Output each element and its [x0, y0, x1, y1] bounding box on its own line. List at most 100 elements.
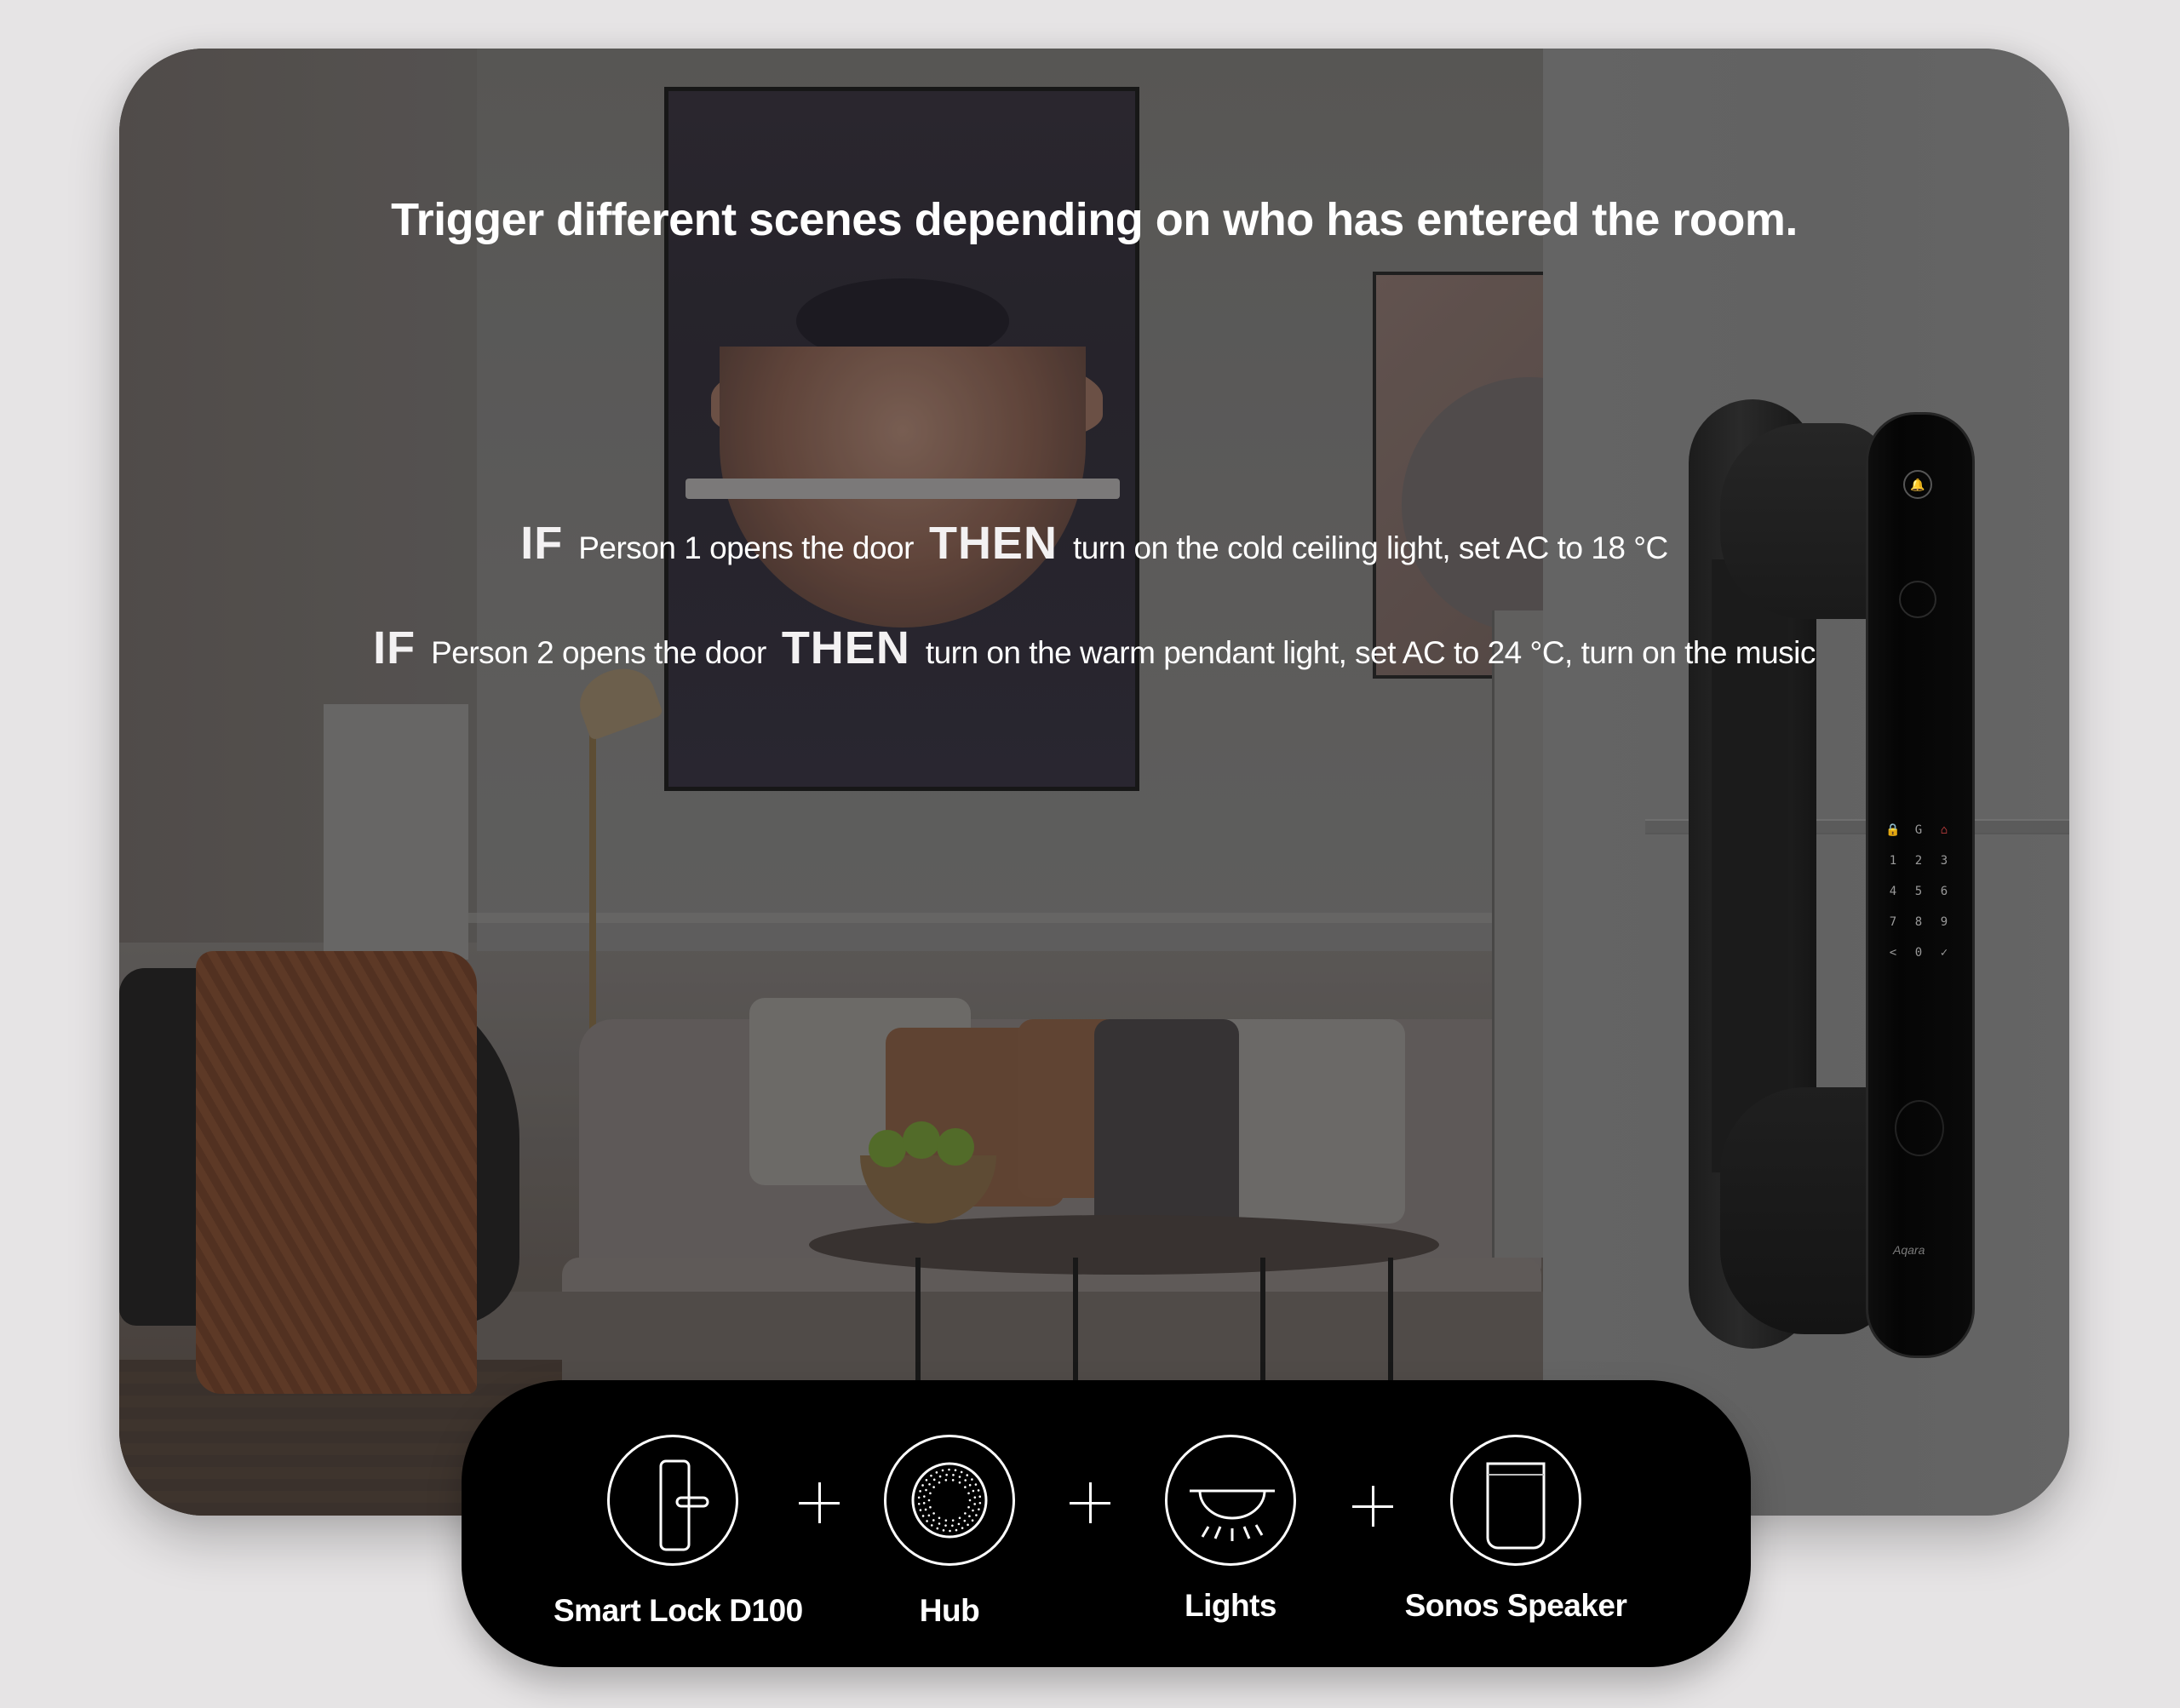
brand-logo: Aqara — [1893, 1243, 1925, 1257]
hub-speaker-dot — [971, 1478, 973, 1481]
hub-speaker-dot — [922, 1502, 926, 1505]
keypad-key: 5 — [1914, 885, 1923, 898]
keypad-key: G — [1914, 823, 1923, 837]
hub-speaker-dot — [948, 1468, 950, 1471]
back-key-icon: < — [1889, 946, 1897, 960]
hub-speaker-dot — [973, 1503, 976, 1505]
hub-speaker-dot — [924, 1508, 927, 1511]
hub-speaker-dot — [932, 1486, 935, 1488]
keypad-key: 3 — [1940, 854, 1948, 868]
keypad-key: 4 — [1889, 885, 1897, 898]
device-sonos-speaker: Sonos Speaker — [1397, 1435, 1635, 1624]
keypad-key: 8 — [1914, 915, 1923, 929]
scene-card: 🔔 🔒 G ⌂ 1 2 3 4 5 6 7 8 9 < 0 ✓ Aqara Tr… — [119, 49, 2069, 1516]
hub-speaker-dot — [975, 1514, 978, 1516]
hub-speaker-dot — [926, 1520, 928, 1522]
hub-speaker-dot — [944, 1479, 948, 1482]
hub-speaker-dot — [973, 1496, 977, 1499]
hub-speaker-dot — [938, 1475, 942, 1478]
rule-action: turn on the cold ceiling light, set AC t… — [1072, 530, 1668, 565]
camera-lens — [1899, 581, 1936, 618]
hub-speaker-dot — [951, 1479, 955, 1482]
keypad-key: 9 — [1940, 915, 1948, 929]
hub-speaker-dot — [964, 1512, 967, 1515]
rule-condition: Person 1 opens the door — [578, 530, 914, 565]
hub-speaker-dot — [925, 1488, 927, 1492]
living-room-photo — [119, 49, 1543, 1516]
keypad-key: 2 — [1914, 854, 1923, 868]
hub-speaker-dot — [964, 1486, 967, 1488]
device-label: Lights — [1185, 1588, 1276, 1623]
plus-icon — [1352, 1486, 1393, 1527]
device-lights: Lights — [1111, 1435, 1350, 1624]
hub-speaker-dot — [951, 1519, 955, 1522]
device-hub: Hub — [830, 1435, 1069, 1629]
rule-condition: Person 2 opens the door — [431, 635, 766, 670]
hub-speaker-dot — [930, 1524, 933, 1527]
speaker-icon — [1450, 1435, 1581, 1566]
hub-speaker-dot — [919, 1509, 922, 1511]
hub-speaker-dot — [951, 1524, 954, 1527]
hub-speaker-dot — [944, 1519, 948, 1522]
keypad-key: 1 — [1889, 854, 1897, 868]
hub-speaker-dot — [952, 1474, 955, 1476]
hub-speaker-dot — [958, 1476, 961, 1478]
hub-speaker-dot — [938, 1481, 941, 1484]
keypad-key: 6 — [1940, 885, 1948, 898]
automation-rule: IF Person 2 opens the door THEN turn on the… — [119, 622, 2069, 674]
if-keyword: IF — [373, 622, 416, 673]
hub-speaker-dot — [958, 1481, 961, 1484]
keypad-key: 0 — [1914, 946, 1923, 960]
hub-speaker-dot — [963, 1519, 967, 1522]
hub-speaker-dot — [967, 1505, 970, 1509]
hub-speaker-dot — [936, 1527, 939, 1530]
hub-speaker-dot — [921, 1484, 924, 1487]
hub-speaker-dot — [957, 1522, 961, 1526]
smart-lock-icon — [607, 1435, 738, 1566]
hub-speaker-dot — [972, 1509, 974, 1512]
hub-speaker-dot — [966, 1474, 969, 1476]
device-label: Smart Lock D100 — [554, 1593, 803, 1628]
home-key-icon: ⌂ — [1940, 823, 1948, 837]
lock-key-icon: 🔒 — [1885, 823, 1901, 837]
hub-speaker-dot — [978, 1508, 980, 1510]
hub-speaker-dot — [949, 1529, 951, 1533]
hub-speaker-dot — [958, 1516, 961, 1520]
hub-speaker-dot — [927, 1499, 931, 1502]
hub-speaker-dot — [967, 1492, 970, 1495]
hub-speaker-dot — [929, 1492, 932, 1495]
device-label: Hub — [919, 1593, 980, 1628]
hub-speaker-dot — [961, 1527, 964, 1529]
hub-speaker-dot — [932, 1512, 935, 1515]
hub-speaker-dot — [978, 1501, 982, 1505]
hub-speaker-dot — [923, 1495, 926, 1498]
hub-speaker-dot — [974, 1483, 978, 1486]
hub-speaker-dot — [942, 1529, 945, 1532]
hub-speaker-dot — [968, 1499, 972, 1502]
hub-speaker-dot — [954, 1469, 957, 1471]
keypad-key: 7 — [1889, 915, 1897, 929]
device-combination-panel: Smart Lock D100 Hub Lights Sonos Speaker — [462, 1380, 1751, 1667]
automation-rule: IF Person 1 opens the door THEN turn on the… — [119, 517, 2069, 570]
hub-speaker-dot — [972, 1489, 975, 1493]
doorbell-icon: 🔔 — [1903, 470, 1932, 499]
device-smart-lock: Smart Lock D100 — [554, 1435, 803, 1629]
hub-speaker-dot — [978, 1495, 982, 1499]
hub-speaker-dot — [930, 1474, 932, 1477]
hub-speaker-dot — [928, 1482, 931, 1486]
rule-action: turn on the warm pendant light, set AC t… — [925, 635, 1816, 670]
hub-speaker-dot — [977, 1489, 980, 1492]
hub-speaker-dot — [938, 1522, 941, 1525]
then-keyword: THEN — [781, 622, 910, 673]
hub-speaker-dot — [941, 1469, 944, 1472]
hub-speaker-dot — [921, 1515, 925, 1517]
ceiling-light-icon — [1165, 1435, 1296, 1566]
hub-speaker-dot — [938, 1516, 941, 1520]
hub-speaker-dot — [968, 1483, 972, 1487]
hub-speaker-dot — [935, 1471, 938, 1474]
hub-icon — [884, 1435, 1015, 1566]
hub-speaker-dot — [932, 1519, 935, 1522]
fingerprint-sensor — [1895, 1100, 1944, 1156]
hub-speaker-dot — [945, 1473, 948, 1476]
hub-speaker-dot — [917, 1496, 921, 1499]
